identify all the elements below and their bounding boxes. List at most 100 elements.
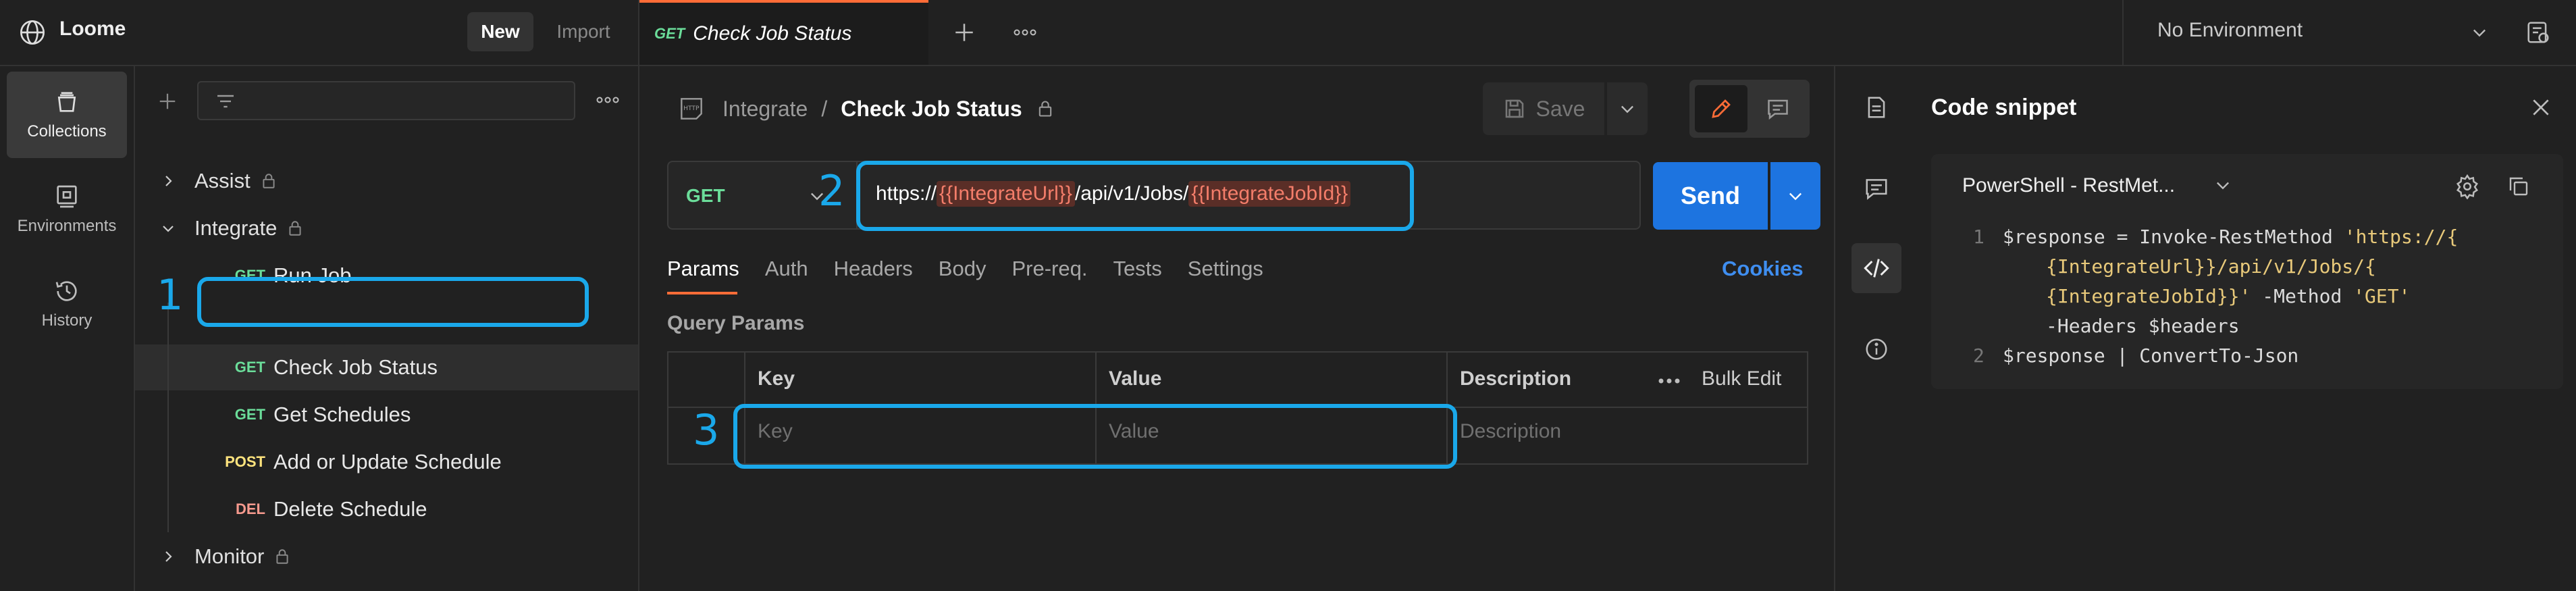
info-icon[interactable] — [1851, 324, 1901, 374]
collections-search-input[interactable] — [197, 81, 575, 120]
tab-headers[interactable]: Headers — [834, 257, 913, 284]
new-button[interactable]: New — [467, 12, 533, 51]
request-name: Delete Schedule — [273, 497, 427, 521]
chevron-down-icon[interactable] — [2465, 18, 2494, 47]
mode-toggle — [1689, 80, 1810, 138]
column-header-description: Description — [1460, 367, 1572, 390]
workspace-header: Loome New Import — [0, 0, 639, 65]
rail-label: Collections — [27, 122, 107, 140]
code-snippet-panel: PowerShell - RestMet... 1 $response = In… — [1931, 154, 2563, 389]
method-value: GET — [686, 185, 725, 206]
page-title[interactable]: Check Job Status — [841, 97, 1022, 122]
rail-label: History — [41, 311, 93, 330]
tab-params[interactable]: Params — [667, 257, 739, 284]
tab-pre-request[interactable]: Pre-req. — [1011, 257, 1087, 284]
method-badge: GET — [234, 359, 265, 376]
more-icon[interactable] — [1006, 14, 1044, 51]
rail-label: Environments — [17, 217, 117, 235]
add-collection-icon[interactable] — [147, 82, 188, 120]
chevron-down-icon[interactable] — [158, 220, 178, 236]
bulk-edit-button[interactable]: Bulk Edit — [1702, 367, 1781, 390]
rail-item-collections[interactable]: Collections — [7, 72, 127, 158]
tab-body[interactable]: Body — [939, 257, 987, 284]
chevron-down-icon[interactable] — [2209, 172, 2236, 199]
code-line: {IntegrateUrl}}/api/v1/Jobs/{ — [2046, 255, 2376, 278]
code-string: 'https://{ — [2344, 226, 2459, 248]
folder-name: Integrate — [194, 216, 278, 240]
code-line: -Headers $headers — [2046, 315, 2240, 337]
code-string: 'GET' — [2353, 285, 2411, 307]
request-check-job-status[interactable]: GET Check Job Status — [192, 346, 598, 389]
request-add-or-update-schedule[interactable]: POST Add or Update Schedule — [192, 440, 598, 484]
folder-monitor[interactable]: Monitor — [158, 535, 291, 578]
annotation-highlight — [197, 277, 589, 327]
tab-settings[interactable]: Settings — [1188, 257, 1263, 284]
send-button[interactable]: Send — [1653, 162, 1768, 230]
send-options-button[interactable] — [1770, 162, 1820, 230]
documentation-icon[interactable] — [1851, 82, 1901, 132]
tab-auth[interactable]: Auth — [765, 257, 808, 284]
gear-icon[interactable] — [2451, 170, 2483, 203]
description-input[interactable]: Description — [1460, 420, 1561, 443]
save-icon — [1505, 99, 1523, 118]
chevron-right-icon[interactable] — [158, 173, 178, 189]
active-tab-indicator — [667, 292, 737, 294]
query-params-title: Query Params — [667, 312, 805, 334]
folder-assist[interactable]: Assist — [158, 159, 278, 203]
request-name: Add or Update Schedule — [273, 450, 502, 473]
environment-selector[interactable]: No Environment — [2122, 0, 2576, 65]
breadcrumb-separator: / — [821, 96, 828, 121]
chevron-right-icon[interactable] — [158, 548, 178, 565]
save-options-button[interactable] — [1607, 82, 1648, 135]
folder-integrate[interactable]: Integrate — [158, 207, 304, 250]
chevron-down-icon — [1621, 105, 1633, 113]
request-delete-schedule[interactable]: DEL Delete Schedule — [192, 488, 598, 531]
column-header-value: Value — [1109, 367, 1162, 390]
language-select[interactable]: PowerShell - RestMet... — [1962, 174, 2175, 197]
code-text: $response | ConvertTo-Json — [2003, 344, 2299, 367]
annotation-number: 1 — [157, 270, 184, 319]
code-string: {IntegrateJobId}}' — [2046, 285, 2251, 307]
code-string: {IntegrateUrl}}/api/v1/Jobs/{ — [2046, 255, 2376, 278]
more-icon[interactable] — [1654, 369, 1684, 393]
folder-name: Monitor — [194, 544, 265, 568]
breadcrumb-parent[interactable]: Integrate — [722, 97, 808, 122]
lock-icon — [286, 220, 304, 237]
close-icon[interactable] — [2525, 92, 2556, 123]
http-icon: HTTP — [675, 93, 708, 125]
breadcrumb: HTTP Integrate / Check Job Status — [675, 93, 1055, 124]
rail-item-environments[interactable]: Environments — [7, 166, 127, 253]
rail-item-history[interactable]: History — [7, 261, 127, 347]
tab-tests[interactable]: Tests — [1113, 257, 1161, 284]
request-get-schedules[interactable]: GET Get Schedules — [192, 393, 598, 436]
line-number: 1 — [1973, 226, 1984, 248]
save-label: Save — [1535, 96, 1585, 121]
tree-guide-line — [167, 303, 169, 532]
history-icon — [55, 281, 77, 301]
more-icon[interactable] — [587, 81, 628, 119]
tab-check-job-status[interactable]: GET Check Job Status — [639, 0, 928, 65]
method-badge: GET — [234, 406, 265, 423]
globe-icon — [18, 18, 47, 47]
save-button[interactable]: Save — [1483, 82, 1604, 135]
method-badge: POST — [225, 453, 265, 470]
left-rail: Collections Environments History — [0, 66, 135, 591]
import-button[interactable]: Import — [540, 12, 627, 51]
line-number: 2 — [1973, 344, 1984, 367]
tab-title: Check Job Status — [693, 22, 852, 45]
plus-icon[interactable] — [945, 14, 983, 51]
pencil-icon[interactable] — [1695, 85, 1747, 132]
lock-icon — [273, 548, 291, 565]
filter-icon[interactable] — [212, 88, 239, 115]
workspace-name[interactable]: Loome — [59, 18, 126, 41]
code-text: $response = Invoke-RestMethod — [2003, 226, 2344, 248]
code-icon[interactable] — [1851, 243, 1901, 293]
comment-icon[interactable] — [1752, 85, 1804, 132]
comments-icon[interactable] — [1851, 163, 1901, 213]
request-name: Check Job Status — [273, 355, 438, 379]
chevron-down-icon — [1789, 192, 1802, 201]
tab-method-badge: GET — [654, 25, 685, 42]
cookies-link[interactable]: Cookies — [1722, 257, 1804, 281]
environment-quick-look-icon[interactable] — [2522, 16, 2554, 49]
copy-icon[interactable] — [2502, 170, 2535, 203]
